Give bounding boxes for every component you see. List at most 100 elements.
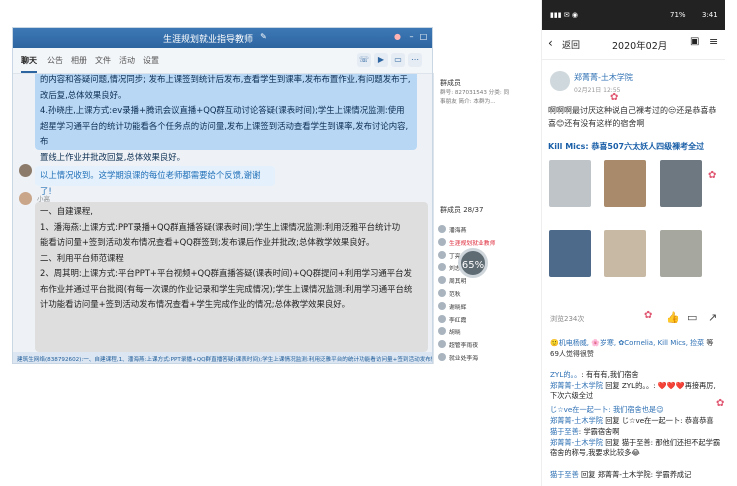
message-line: 二、利用平台师范课程 [40,252,124,263]
avatar[interactable] [19,164,32,177]
member-item[interactable]: 就业处李海 [438,351,514,364]
photo-thumbnail[interactable] [549,230,591,277]
comment-author[interactable]: 郑菁菁-土木学院 [550,416,603,425]
comment-author[interactable]: 猫于至善 [550,427,579,436]
maximize-icon[interactable]: □ [419,32,428,41]
back-icon[interactable]: ‹ [548,36,553,50]
likes-line[interactable]: 🙂机电杨威, 🌸岁寒, ✿Cornelia, Kill Mics, 捡菜 等69… [550,338,722,360]
liker-name[interactable]: 🌸岁寒, [591,339,616,347]
notification-icon[interactable]: ● [393,32,402,41]
photo-thumbnail[interactable] [660,160,702,207]
minimize-icon[interactable]: – [407,32,416,41]
share-icon[interactable]: ↗ [708,311,717,324]
avatar[interactable] [19,192,32,205]
liker-name[interactable]: 🙂机电杨威, [550,339,589,347]
comment-item[interactable]: 猫于至善: 学霸宿舍啊 [550,427,722,437]
member-avatar [438,276,446,285]
comment-item[interactable]: じ☆ve在一起一卜: 我们宿舍也是😉 [550,405,722,415]
comment-author[interactable]: じ☆ve在一起一卜 [550,405,608,414]
comment-item[interactable]: 郑菁菁-土木学院 回复 じ☆ve在一起一卜: 恭喜恭喜 [550,416,722,426]
comment-item[interactable]: 郑菁菁-土木学院 回复 猫于至善: 那他们还担不起学霸宿舍的称号,我要求比较多😂 [550,438,722,468]
tab-settings[interactable]: 设置 [143,55,159,66]
progress-badge: 65% [458,248,488,278]
group-info: 群号: 827031543 分类: 同事朋友 简介: 本群为... [440,90,510,105]
member-item[interactable]: 生涯规划就业教师 [438,236,514,249]
comment-item[interactable]: ZYL的。。: 有有有,我们宿舍 [550,370,722,380]
member-item[interactable]: 潘海燕 [438,223,514,236]
post-headline: Kill Mics: 恭喜507六太妖人四级裸考全过 [548,142,705,151]
member-name: 超管李雨夜 [449,343,478,350]
message-line: 2、周其明:上课方式:平台PPT+平台视频+QQ群直播答疑(课表时间)+QQ群提… [40,268,412,278]
member-item[interactable]: 范秋 [438,287,514,300]
member-avatar [438,237,446,246]
liker-name[interactable]: ✿Cornelia, [618,339,655,347]
member-name: 胡晓 [449,330,461,337]
voice-call-icon[interactable]: ☏ [357,53,371,67]
window-title: 生涯规划就业指导教师 [163,35,254,45]
comment-item[interactable]: 郑菁菁-土木学院 回复 ZYL的。。: ❤️❤️❤️再接再厉,下次六级全过 [550,381,722,401]
member-avatar [438,263,446,272]
flower-decoration-icon: ✿ [708,170,717,181]
side-panel-header: 群成员 [440,79,461,87]
reply-quote-bar[interactable]: 建筑生网络(838792602):一、自建课程,1、潘海燕:上课方式:PPT录播… [13,352,432,363]
nav-title: 2020年02月 [612,41,668,52]
chat-tabs: 聊天 公告 相册 文件 活动 设置 ☏ ▶ ▭ ⋯ [13,48,432,74]
back-button[interactable]: 返回 [562,38,580,51]
qq-group-chat-window: 生涯规划就业指导教师 ✎ ● – □ 聊天 公告 相册 文件 活动 设置 ☏ ▶… [12,27,433,364]
group-side-panel: 群成员 群号: 827031543 分类: 同事朋友 简介: 本群为... 群成… [433,73,509,364]
message-line: 超星学习通平台的统计功能看各个任务点的访问量,发布上课签到活动查看学生到课率,发… [40,120,409,147]
comment-item[interactable]: 猫于至善 回复 郑菁菁-土木学院: 学霸养成记 [550,470,722,480]
message-line: 能看访问量+签到活动发布情况查看+QQ群签到;发布课后作业并批改;总体教学效果良… [40,237,375,247]
comment-author[interactable]: ZYL的。。 [550,370,581,379]
member-item[interactable]: 超管李雨夜 [438,338,514,351]
member-item[interactable]: 谢晓辉 [438,300,514,313]
member-avatar [438,314,446,323]
menu-icon[interactable]: ≡ [709,35,718,48]
liker-name[interactable]: 捡菜 [690,339,704,347]
member-avatar [438,225,446,233]
author-name[interactable]: 郑菁菁-土木学院 [574,72,633,83]
comment-author[interactable]: 郑菁菁-土木学院 [550,381,603,390]
tab-announcements[interactable]: 公告 [47,55,63,66]
tab-chat[interactable]: 聊天 [21,55,37,73]
photo-thumbnail[interactable] [604,160,646,207]
member-name: 李红霞 [449,317,467,324]
chat-area[interactable]: 的内容和答疑问题,情况同步; 发布上课签到统计后发布,查看学生到课率,发布布置作… [13,74,432,352]
message-bubble-1: 的内容和答疑问题,情况同步; 发布上课签到统计后发布,查看学生到课率,发布布置作… [35,74,417,162]
window-titlebar[interactable]: 生涯规划就业指导教师 ✎ ● – □ [13,28,432,48]
comment-text: : 有有有,我们宿舍 [581,370,639,379]
tab-album[interactable]: 相册 [71,55,87,66]
post-text: 啊啊啊最讨厌这种说自己裸考过的😒还是恭喜恭 喜😊还有没有这样的宿舍啊 [548,104,716,130]
screen-share-icon[interactable]: ▭ [391,53,405,67]
message-line: 置线上作业并批改回复,总体效果良好。 [40,151,186,162]
message-line: 的内容和答疑问题,情况同步; 发布上课签到统计后发布,查看学生到课率,发布布置作… [40,74,411,84]
edit-icon[interactable]: ✎ [259,32,268,41]
photo-thumbnail[interactable] [549,160,591,207]
member-item[interactable]: 胡晓 [438,325,514,338]
photo-thumbnail[interactable] [660,230,702,277]
video-call-icon[interactable]: ▶ [374,53,388,67]
member-name: 周其明 [449,279,467,286]
message-line: 1、潘海燕:上课方式:PPT录播+QQ群直播答疑(课表时间);学生上课情况监测:… [40,221,401,232]
battery-level: 71% [670,11,686,19]
comment-author[interactable]: 猫于至善 [550,470,579,479]
author-avatar[interactable] [550,71,570,91]
liker-name[interactable]: Kill Mics, [658,339,688,347]
comment-author[interactable]: 郑菁菁-土木学院 [550,438,603,447]
member-name: 就业处李海 [449,355,478,362]
status-bar: ▮▮▮ ✉ ◉ 71% 3:41 [542,0,725,30]
comment-text: : 学霸宿舍啊 [578,427,620,436]
message-bubble-2: 以上情况收到。这学期浪课的每位老师都需要给个反馈,谢谢了! [35,166,275,196]
message-line: 计功能看访问量+签到活动发布情况查看+学生完成作业的情况;总体教学效果良好。 [40,299,350,309]
member-item[interactable]: 李红霞 [438,313,514,326]
more-apps-icon[interactable]: ⋯ [408,53,422,67]
signal-icon: ▮▮▮ ✉ ◉ [550,11,578,19]
phone-screenshot: ▮▮▮ ✉ ◉ 71% 3:41 ‹ 返回 2020年02月 ▣ ≡ 郑菁菁-土… [541,0,725,486]
like-icon[interactable]: 👍 [666,311,680,324]
tab-files[interactable]: 文件 [95,55,111,66]
tab-activities[interactable]: 活动 [119,55,135,66]
photo-thumbnail[interactable] [604,230,646,277]
calendar-icon[interactable]: ▣ [690,36,699,47]
comment-icon[interactable]: ▭ [687,311,697,324]
member-list: 潘海燕 生涯规划就业教师 丁亮 刘志 周其明 范秋 谢晓辉 李红霞 胡晓 超管李… [438,223,514,364]
